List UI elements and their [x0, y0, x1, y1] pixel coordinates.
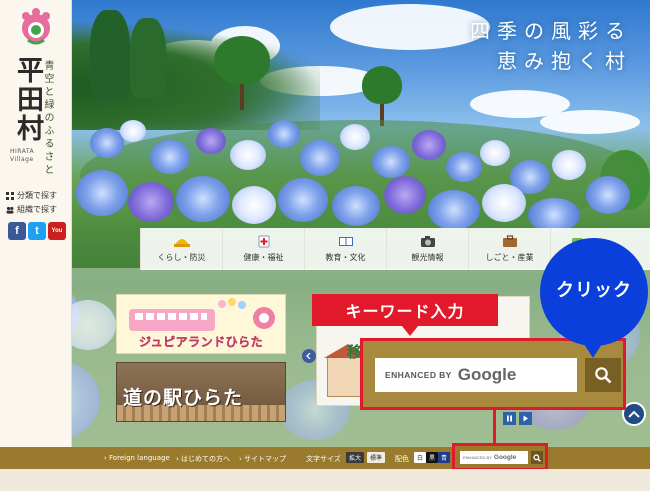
grid-icon: [6, 191, 14, 200]
search-button[interactable]: [585, 358, 621, 392]
banner-title: 道の駅ひらた: [123, 387, 244, 409]
header-search-button[interactable]: [531, 451, 543, 464]
slider-pause-button[interactable]: [503, 412, 516, 425]
flower-logo-icon: [253, 307, 275, 329]
callout-pointer: [402, 326, 418, 336]
color-white-button[interactable]: 白: [414, 452, 427, 463]
facebook-icon[interactable]: f: [8, 222, 26, 240]
category-health-welfare[interactable]: 健康・福祉: [222, 228, 304, 270]
category-education-culture[interactable]: 教育・文化: [304, 228, 386, 270]
category-label: くらし・防災: [157, 253, 206, 262]
header-search-input[interactable]: ENHANCED BY Google: [460, 451, 528, 464]
browse-by-category-link[interactable]: 分類で探す: [6, 190, 57, 201]
camera-icon: [420, 236, 435, 247]
category-living-disaster[interactable]: くらし・防災: [140, 228, 222, 270]
village-logo-icon[interactable]: [16, 6, 56, 46]
category-label: 観光情報: [411, 253, 444, 262]
youtube-icon[interactable]: You: [48, 222, 66, 240]
google-logo: Google: [457, 365, 517, 384]
category-label: 健康・福祉: [243, 253, 284, 262]
catch-line-2: 恵み抱く村: [497, 49, 632, 73]
medical-icon: [258, 235, 269, 248]
search-input[interactable]: ENHANCED BY Google: [375, 358, 577, 392]
sitemap-link[interactable]: › サイトマップ: [239, 454, 286, 464]
slider-prev-button[interactable]: [302, 349, 316, 363]
sidebar: 平田村 青空と緑のふるさと HIRATA Village 分類で探す 組織で探す…: [0, 0, 72, 447]
font-standard-button[interactable]: 標準: [367, 452, 386, 463]
google-logo: Google: [493, 454, 517, 461]
briefcase-icon: [502, 235, 517, 247]
first-visit-link[interactable]: › はじめての方へ: [176, 454, 230, 464]
catch-copy: 四季の風彩る 恵み抱く村: [470, 16, 632, 76]
search-icon: [595, 367, 612, 384]
pause-icon: [507, 415, 512, 422]
search-icon: [533, 453, 541, 462]
utility-bar: › Foreign language › はじめての方へ › サイトマップ 文字…: [0, 447, 650, 469]
site-tagline: 青空と緑のふるさと: [42, 60, 53, 177]
category-work-industry[interactable]: しごと・産業: [468, 228, 550, 270]
slider-play-button[interactable]: [519, 412, 532, 425]
header-search-highlight: ENHANCED BY Google: [452, 443, 548, 471]
category-label: 教育・文化: [325, 253, 366, 262]
twitter-icon[interactable]: t: [28, 222, 46, 240]
category-label: しごと・産業: [485, 253, 534, 262]
chevron-up-icon: [628, 410, 640, 418]
banner-jupia-land[interactable]: ジュピアランドひらた: [116, 294, 286, 354]
village-en: HIRATA Village: [10, 148, 35, 163]
nav-label: 組織で探す: [17, 205, 57, 214]
font-size-label: 文字サイズ: [306, 455, 341, 463]
play-icon: [523, 415, 528, 422]
color-blue-button[interactable]: 青: [438, 452, 451, 463]
category-tourism[interactable]: 観光情報: [386, 228, 468, 270]
click-callout: クリック: [540, 238, 648, 346]
page-bottom: [0, 469, 650, 491]
catch-line-1: 四季の風彩る: [470, 19, 632, 43]
book-icon: [338, 237, 353, 246]
banner-michi-no-eki[interactable]: 道の駅ひらた: [116, 362, 286, 422]
flowers-decoration-icon: [218, 298, 246, 309]
people-icon: [6, 206, 14, 214]
zoom-connector-line: [493, 410, 496, 444]
chevron-left-icon: [306, 353, 311, 359]
helmet-icon: [173, 239, 190, 247]
browse-by-organization-link[interactable]: 組織で探す: [6, 204, 57, 215]
bus-illustration: [129, 309, 215, 331]
banner-title: ジュピアランドひらた: [139, 335, 264, 349]
color-black-button[interactable]: 黒: [426, 452, 439, 463]
keyword-input-callout: キーワード入力: [312, 294, 498, 326]
color-scheme-label: 配色: [395, 455, 409, 463]
foreign-language-link[interactable]: › Foreign language: [104, 454, 170, 462]
social-links: f t You: [8, 222, 66, 240]
click-callout-pointer: [584, 344, 602, 358]
font-large-button[interactable]: 拡大: [346, 452, 365, 463]
nav-label: 分類で探す: [17, 191, 57, 200]
enhanced-by-text: ENHANCED BY: [385, 370, 452, 380]
enhanced-by-text: ENHANCED BY: [463, 455, 492, 460]
